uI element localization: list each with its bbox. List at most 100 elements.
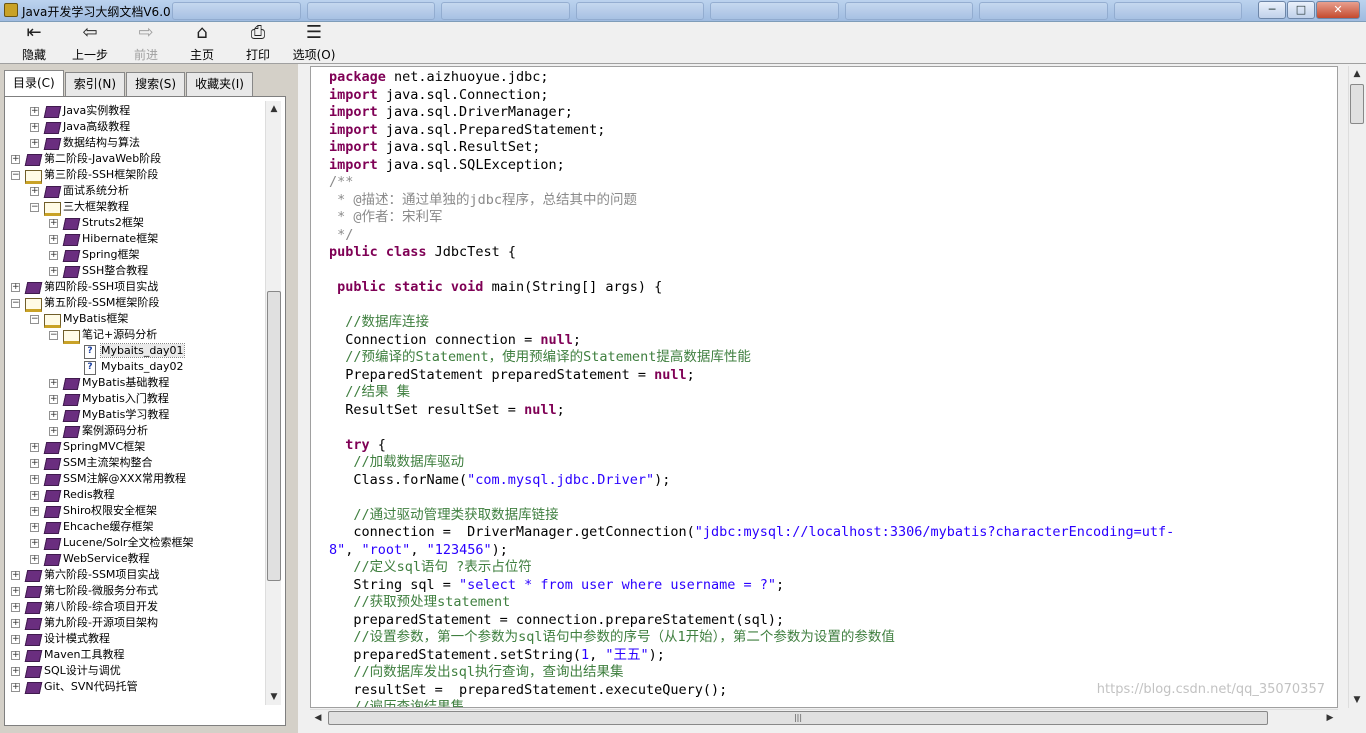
tree-item[interactable]: + 第九阶段-开源项目架构 (11, 615, 261, 631)
tree-item[interactable]: + 第七阶段-微服务分布式 (11, 583, 261, 599)
tree-item[interactable]: + Java高级教程 (11, 119, 261, 135)
tree-item[interactable]: + SpringMVC框架 (11, 439, 261, 455)
collapse-toggle-icon[interactable]: − (11, 298, 20, 308)
tree-item[interactable]: + Mybatis入门教程 (11, 391, 261, 407)
expand-toggle-icon[interactable]: + (30, 122, 39, 132)
expand-toggle-icon[interactable]: + (11, 570, 20, 580)
expand-toggle-icon[interactable]: + (30, 474, 39, 484)
print-button[interactable]: ⎙ 打印 (230, 22, 286, 64)
expand-toggle-icon[interactable]: + (30, 138, 39, 148)
tree-vertical-scrollbar[interactable]: ▲ ▼ (265, 101, 281, 705)
hide-button[interactable]: ⇤ 隐藏 (6, 22, 62, 64)
scroll-up-arrow-icon[interactable]: ▲ (266, 101, 282, 117)
tree-item[interactable]: Mybaits_day01 (11, 343, 261, 359)
tree-item[interactable]: Mybaits_day02 (11, 359, 261, 375)
tree-item[interactable]: + Maven工具教程 (11, 647, 261, 663)
tree-item[interactable]: + Git、SVN代码托管 (11, 679, 261, 695)
scroll-up-arrow-icon[interactable]: ▲ (1349, 66, 1365, 82)
tree-item[interactable]: + Shiro权限安全框架 (11, 503, 261, 519)
tree-item[interactable]: + WebService教程 (11, 551, 261, 567)
tree-item[interactable]: − 笔记+源码分析 (11, 327, 261, 344)
tree-item[interactable]: + SSH整合教程 (11, 263, 261, 279)
content-horizontal-scrollbar[interactable]: ◀ ||| ▶ (310, 709, 1338, 725)
forward-button[interactable]: ⇨ 前进 (118, 22, 174, 64)
back-button[interactable]: ⇦ 上一步 (62, 22, 118, 64)
tree-item[interactable]: − 第三阶段-SSH框架阶段 (11, 167, 261, 184)
tree-item[interactable]: + MyBatis基础教程 (11, 375, 261, 391)
tree-item[interactable]: + 设计模式教程 (11, 631, 261, 647)
expand-toggle-icon[interactable]: + (49, 410, 58, 420)
home-button[interactable]: ⌂ 主页 (174, 22, 230, 64)
tree-item[interactable]: + Struts2框架 (11, 215, 261, 231)
minimize-button[interactable]: ─ (1258, 1, 1286, 19)
expand-toggle-icon[interactable]: + (11, 154, 20, 164)
expand-toggle-icon[interactable]: + (49, 426, 58, 436)
expand-toggle-icon[interactable]: + (49, 394, 58, 404)
tree-item[interactable]: − 第五阶段-SSM框架阶段 (11, 295, 261, 312)
maximize-button[interactable]: □ (1287, 1, 1315, 19)
expand-toggle-icon[interactable]: + (11, 618, 20, 628)
collapse-toggle-icon[interactable]: − (30, 202, 39, 212)
tab-index[interactable]: 索引(N) (64, 72, 126, 96)
options-button[interactable]: ☰ 选项(O) (286, 22, 342, 64)
tree-item[interactable]: + SSM主流架构整合 (11, 455, 261, 471)
expand-toggle-icon[interactable]: + (11, 650, 20, 660)
tree-scroll-thumb[interactable] (267, 291, 281, 581)
expand-toggle-icon[interactable]: + (30, 538, 39, 548)
tree-item[interactable]: + Spring框架 (11, 247, 261, 263)
tab-favorites[interactable]: 收藏夹(I) (186, 72, 253, 96)
tree-item[interactable]: + Ehcache缓存框架 (11, 519, 261, 535)
tree-item[interactable]: − MyBatis框架 (11, 311, 261, 328)
scroll-left-arrow-icon[interactable]: ◀ (310, 710, 326, 726)
expand-toggle-icon[interactable]: + (11, 682, 20, 692)
expand-toggle-icon[interactable]: + (30, 186, 39, 196)
close-button[interactable]: ✕ (1316, 1, 1360, 19)
tree-item[interactable]: + SQL设计与调优 (11, 663, 261, 679)
tree-item[interactable]: + 第八阶段-综合项目开发 (11, 599, 261, 615)
expand-toggle-icon[interactable]: + (30, 442, 39, 452)
tree-item[interactable]: + Java实例教程 (11, 103, 261, 119)
expand-toggle-icon[interactable]: + (49, 378, 58, 388)
expand-toggle-icon[interactable]: + (49, 266, 58, 276)
expand-toggle-icon[interactable]: + (11, 602, 20, 612)
expand-toggle-icon[interactable]: + (49, 250, 58, 260)
tree-item[interactable]: + 案例源码分析 (11, 423, 261, 439)
tree-item[interactable]: + Lucene/Solr全文检索框架 (11, 535, 261, 551)
tree-item[interactable]: + MyBatis学习教程 (11, 407, 261, 423)
content-scroll-thumb[interactable] (1350, 84, 1364, 124)
ghost-tab (979, 2, 1108, 20)
expand-toggle-icon[interactable]: + (30, 106, 39, 116)
expand-toggle-icon[interactable]: + (30, 458, 39, 468)
content-vertical-scrollbar[interactable]: ▲ ▼ (1348, 66, 1364, 708)
tab-search[interactable]: 搜索(S) (126, 72, 186, 96)
code-line: preparedStatement.setString(1, "王五"); (329, 647, 1334, 665)
collapse-toggle-icon[interactable]: − (11, 170, 20, 180)
expand-toggle-icon[interactable]: + (30, 490, 39, 500)
tree-item[interactable]: − 三大框架教程 (11, 199, 261, 216)
tree-item[interactable]: + 面试系统分析 (11, 183, 261, 199)
tree-item[interactable]: + SSM注解@XXX常用教程 (11, 471, 261, 487)
expand-toggle-icon[interactable]: + (30, 506, 39, 516)
scroll-down-arrow-icon[interactable]: ▼ (1349, 692, 1365, 708)
document-view[interactable]: package net.aizhuoyue.jdbc; import java.s… (310, 66, 1338, 708)
scroll-right-arrow-icon[interactable]: ▶ (1322, 710, 1338, 726)
tree-item[interactable]: + Redis教程 (11, 487, 261, 503)
tree-item[interactable]: + Hibernate框架 (11, 231, 261, 247)
collapse-toggle-icon[interactable]: − (30, 314, 39, 324)
expand-toggle-icon[interactable]: + (11, 586, 20, 596)
expand-toggle-icon[interactable]: + (11, 282, 20, 292)
scroll-down-arrow-icon[interactable]: ▼ (266, 689, 282, 705)
tab-contents[interactable]: 目录(C) (4, 70, 64, 96)
tree-item[interactable]: + 第二阶段-JavaWeb阶段 (11, 151, 261, 167)
expand-toggle-icon[interactable]: + (49, 234, 58, 244)
expand-toggle-icon[interactable]: + (11, 634, 20, 644)
expand-toggle-icon[interactable]: + (49, 218, 58, 228)
collapse-toggle-icon[interactable]: − (49, 330, 58, 340)
expand-toggle-icon[interactable]: + (11, 666, 20, 676)
tree-item[interactable]: + 第四阶段-SSH项目实战 (11, 279, 261, 295)
tree-item[interactable]: + 第六阶段-SSM项目实战 (11, 567, 261, 583)
tree-item[interactable]: + 数据结构与算法 (11, 135, 261, 151)
expand-toggle-icon[interactable]: + (30, 522, 39, 532)
expand-toggle-icon[interactable]: + (30, 554, 39, 564)
content-hscroll-thumb[interactable]: ||| (328, 711, 1268, 725)
